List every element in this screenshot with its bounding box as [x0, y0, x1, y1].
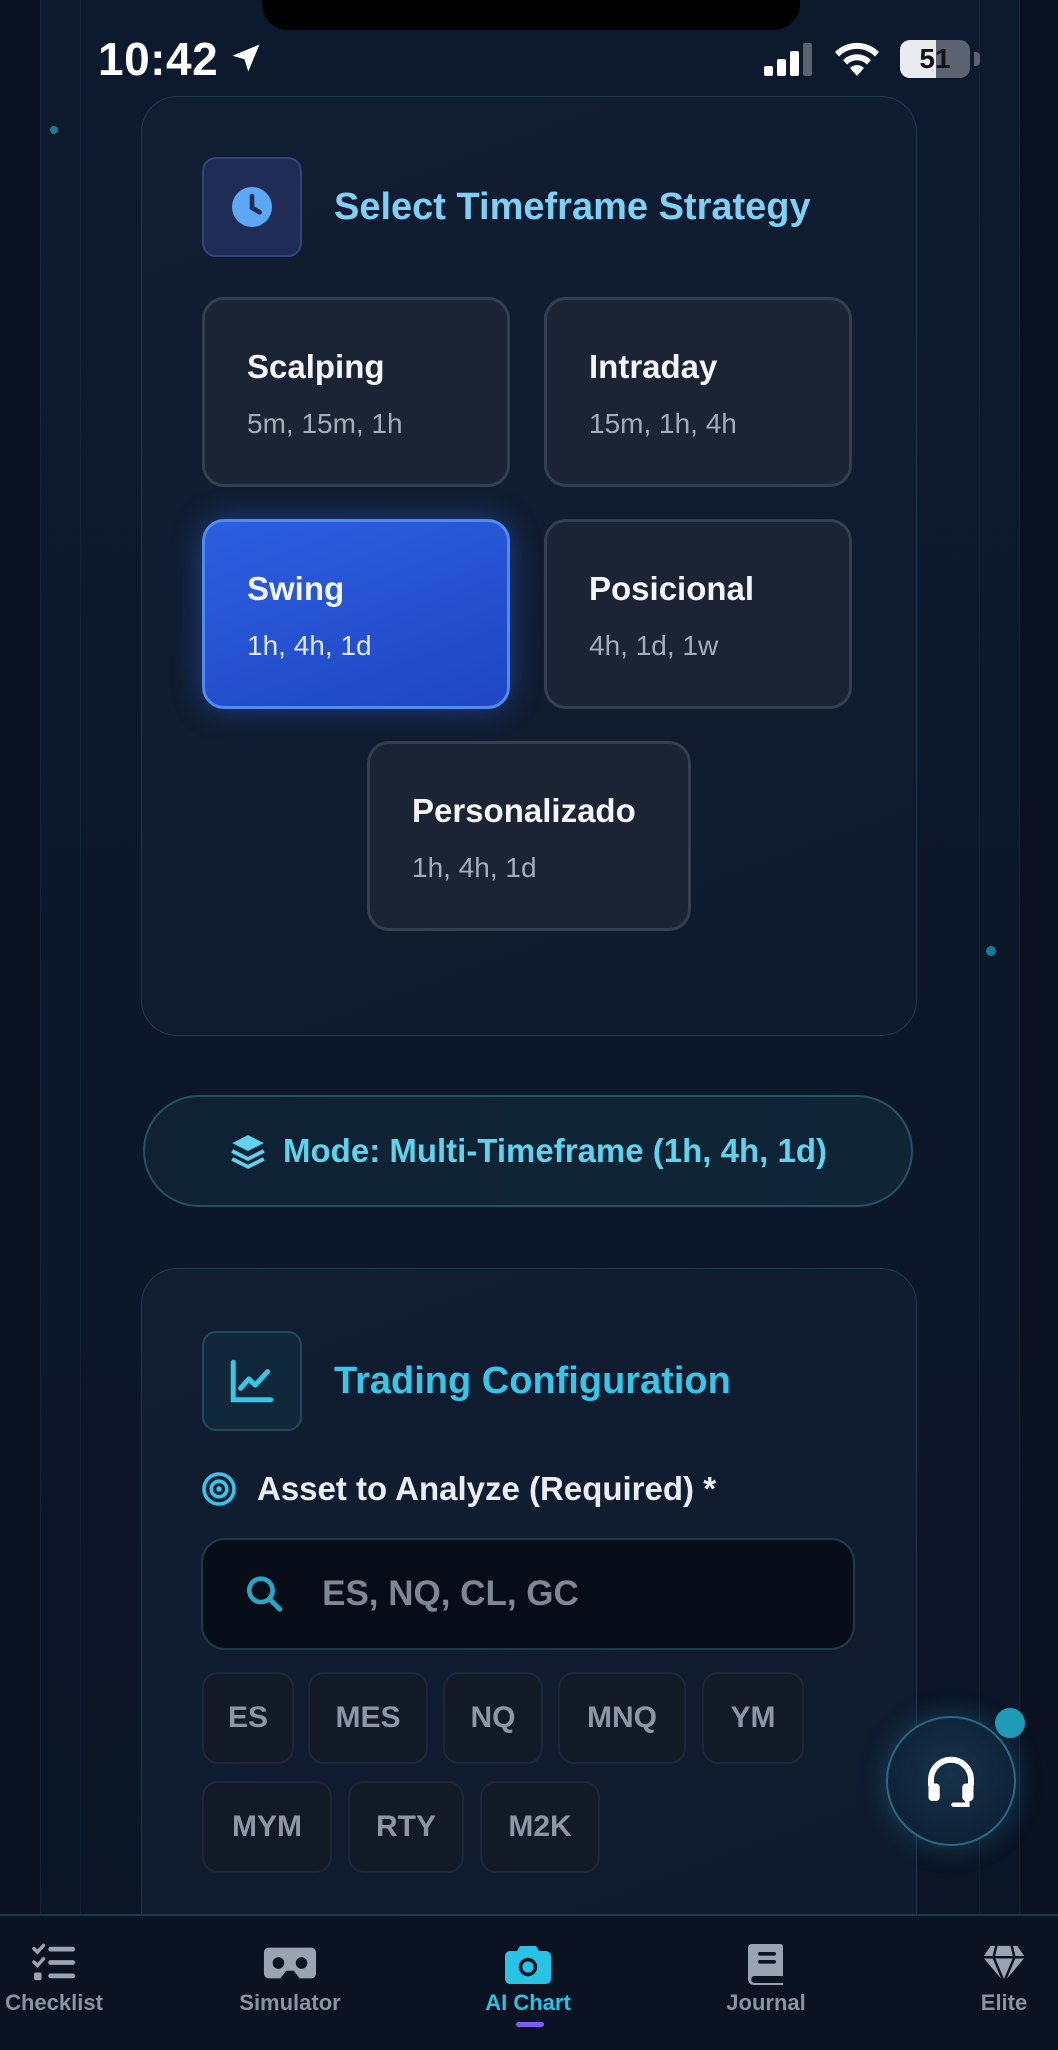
decor-dot	[50, 126, 58, 134]
camera-icon	[505, 1946, 551, 1984]
timeframe-option-frames: 15m, 1h, 4h	[589, 408, 737, 439]
battery-icon: 51	[900, 40, 970, 78]
chart-icon-box	[202, 1331, 302, 1431]
status-bar: 10:42 51	[0, 0, 1058, 110]
tab-elite[interactable]: Elite	[904, 1916, 1058, 2050]
book-icon	[748, 1944, 783, 1985]
clock-icon	[232, 187, 272, 227]
timeframe-option-frames: 1h, 4h, 1d	[247, 630, 372, 661]
asset-chip[interactable]: M2K	[480, 1781, 600, 1873]
search-icon	[246, 1576, 283, 1612]
asset-search-input[interactable]	[320, 1573, 853, 1615]
timeframe-option-name: Intraday	[589, 348, 718, 385]
timeframe-option-personalizado[interactable]: Personalizado 1h, 4h, 1d	[367, 741, 691, 931]
timeframe-option-name: Posicional	[589, 570, 755, 607]
clock-icon-box	[202, 157, 302, 257]
asset-chip[interactable]: MYM	[202, 1781, 332, 1873]
mode-indicator: Mode: Multi-Timeframe (1h, 4h, 1d)	[143, 1095, 913, 1207]
trading-card-title: Trading Configuration	[334, 1359, 731, 1402]
asset-chip[interactable]: YM	[702, 1672, 804, 1764]
timeframe-option-posicional[interactable]: Posicional 4h, 1d, 1w	[544, 519, 852, 709]
tab-checklist[interactable]: Checklist	[0, 1916, 154, 2050]
battery-tip	[974, 52, 980, 66]
asset-search-field[interactable]	[201, 1538, 855, 1650]
asset-chip[interactable]: RTY	[348, 1781, 464, 1873]
headset-icon	[928, 1756, 974, 1807]
tab-label: Checklist	[5, 1990, 103, 2015]
layers-icon	[231, 1135, 265, 1169]
checklist-icon	[32, 1943, 75, 1981]
asset-chip[interactable]: MNQ	[558, 1672, 686, 1764]
timeframe-option-intraday[interactable]: Intraday 15m, 1h, 4h	[544, 297, 852, 487]
timeframe-card-header: Select Timeframe Strategy	[202, 157, 811, 257]
tab-label: Journal	[726, 1990, 806, 2015]
wifi-icon	[835, 42, 879, 76]
mode-label: Mode: Multi-Timeframe (1h, 4h, 1d)	[283, 1132, 827, 1169]
timeframe-card-title: Select Timeframe Strategy	[334, 185, 811, 228]
tab-journal[interactable]: Journal	[666, 1916, 866, 2050]
vr-headset-icon	[263, 1947, 317, 1979]
tab-label: AI Chart	[485, 1990, 571, 2015]
timeframe-option-name: Swing	[247, 570, 345, 607]
diamond-icon	[983, 1945, 1025, 1984]
asset-label: Asset to Analyze (Required) *	[257, 1470, 717, 1507]
battery-percent: 51	[919, 43, 951, 74]
timeframe-option-name: Personalizado	[412, 792, 636, 829]
timeframe-option-scalping[interactable]: Scalping 5m, 15m, 1h	[202, 297, 510, 487]
bottom-tab-bar: Checklist Simulator AI Chart Journal Eli…	[0, 1914, 1058, 2050]
asset-chip[interactable]: ES	[202, 1672, 294, 1764]
asset-chip[interactable]: NQ	[443, 1672, 543, 1764]
notification-dot	[995, 1708, 1025, 1738]
asset-chip[interactable]: MES	[308, 1672, 428, 1764]
decor-dot	[986, 946, 996, 956]
trading-card-header: Trading Configuration	[202, 1331, 731, 1431]
tab-label: Elite	[980, 1990, 1028, 2015]
notch	[262, 0, 800, 30]
line-chart-icon	[230, 1359, 274, 1403]
timeframe-strategy-card: Select Timeframe Strategy Scalping 5m, 1…	[141, 96, 917, 1036]
tab-simulator[interactable]: Simulator	[190, 1916, 390, 2050]
timeframe-option-name: Scalping	[247, 348, 385, 385]
tab-ai-chart[interactable]: AI Chart	[428, 1916, 628, 2050]
target-icon	[202, 1472, 236, 1506]
support-chat-button[interactable]	[886, 1716, 1016, 1846]
timeframe-option-swing[interactable]: Swing 1h, 4h, 1d	[202, 519, 510, 709]
status-time: 10:42	[98, 33, 219, 85]
timeframe-option-frames: 5m, 15m, 1h	[247, 408, 403, 439]
timeframe-option-frames: 4h, 1d, 1w	[589, 630, 719, 661]
location-icon	[232, 44, 260, 72]
timeframe-option-frames: 1h, 4h, 1d	[412, 852, 537, 883]
cellular-signal-icon	[764, 43, 812, 76]
active-tab-indicator	[516, 2022, 544, 2027]
tab-label: Simulator	[239, 1990, 341, 2015]
asset-label-row: Asset to Analyze (Required) *	[201, 1470, 716, 1508]
